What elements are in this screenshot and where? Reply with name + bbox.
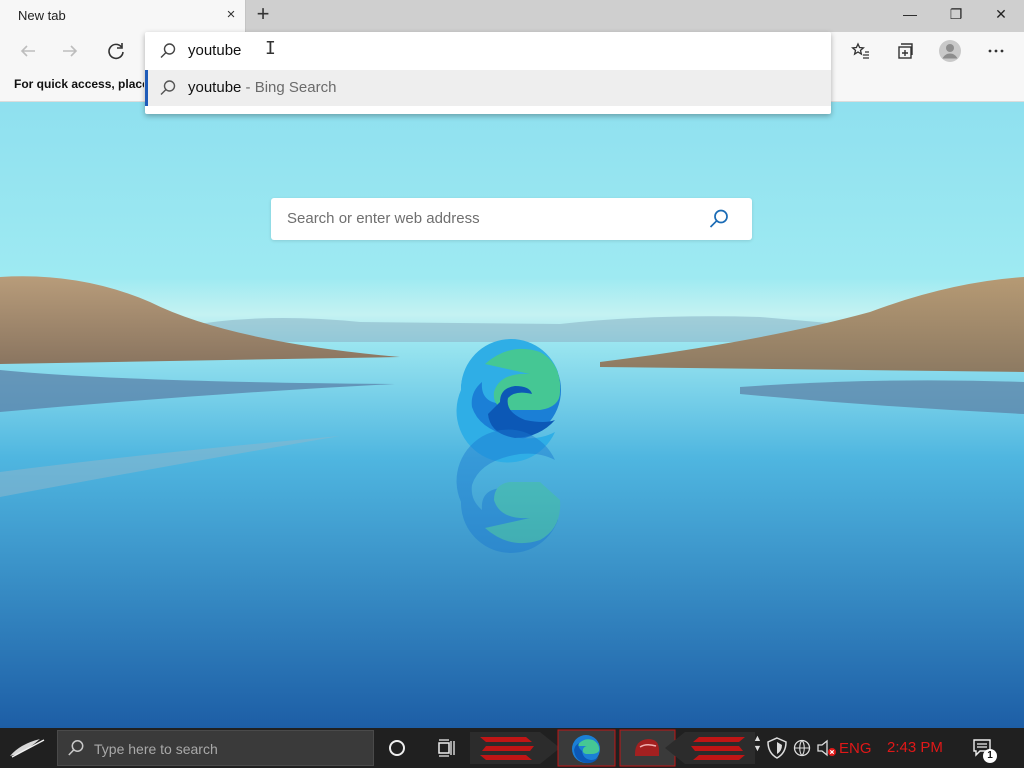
favorites-icon[interactable] <box>846 37 874 65</box>
suggestion-text: youtube - Bing Search <box>188 79 336 96</box>
new-tab-page: Search or enter web address <box>0 102 1024 728</box>
language-indicator[interactable]: ENG <box>839 740 872 757</box>
edge-taskbar-icon[interactable] <box>569 732 603 766</box>
network-globe-icon[interactable] <box>792 738 812 758</box>
minimize-button[interactable]: — <box>887 0 933 30</box>
landscape-background <box>0 276 1024 728</box>
text-cursor-icon: I <box>265 38 276 59</box>
refresh-icon[interactable] <box>102 37 130 65</box>
new-tab-button[interactable]: + <box>252 3 274 26</box>
collections-icon[interactable] <box>891 37 919 65</box>
taskbar: Type here to search ▲ ▼ ENG 2:43 PM 1 <box>0 728 1024 768</box>
search-icon[interactable] <box>708 208 730 230</box>
tab-strip: New tab × + — ❐ ✕ <box>0 0 1024 32</box>
taskbar-decoration <box>470 729 755 767</box>
tab-close-icon[interactable]: × <box>222 6 240 24</box>
security-shield-icon[interactable] <box>766 736 788 760</box>
tab-new-tab[interactable]: New tab × <box>0 0 246 32</box>
search-icon <box>160 80 176 95</box>
address-bar-text[interactable]: youtube <box>188 42 241 59</box>
app-taskbar-icon[interactable] <box>632 734 662 762</box>
suggestion-query: youtube <box>188 79 242 96</box>
taskbar-search-placeholder: Type here to search <box>94 741 218 757</box>
start-button[interactable] <box>0 728 56 768</box>
cortana-icon[interactable] <box>386 737 408 759</box>
ntp-search-placeholder: Search or enter web address <box>287 210 480 227</box>
task-view-icon[interactable] <box>436 737 458 759</box>
suggestion-source: - Bing Search <box>241 79 337 96</box>
ntp-search-box[interactable]: Search or enter web address <box>271 198 752 240</box>
start-logo-icon <box>10 739 45 758</box>
clock-time[interactable]: 2:43 PM <box>887 739 943 756</box>
profile-avatar-icon[interactable] <box>936 37 964 65</box>
close-window-button[interactable]: ✕ <box>978 0 1024 30</box>
address-bar[interactable]: youtube I <box>145 32 831 70</box>
taskbar-search-box[interactable]: Type here to search <box>57 730 374 766</box>
restore-button[interactable]: ❐ <box>933 0 979 30</box>
notification-count-badge: 1 <box>983 749 997 763</box>
tab-title: New tab <box>18 8 66 23</box>
suggestion-item[interactable]: youtube - Bing Search <box>145 70 831 106</box>
volume-muted-icon[interactable] <box>816 738 838 758</box>
forward-arrow-icon[interactable] <box>56 37 84 65</box>
back-arrow-icon[interactable] <box>14 37 42 65</box>
more-menu-icon[interactable] <box>982 37 1010 65</box>
show-hidden-icons-icon[interactable]: ▲ ▼ <box>753 733 762 753</box>
search-icon <box>160 43 176 58</box>
search-icon <box>68 740 84 756</box>
address-bar-dropdown: youtube I youtube - Bing Search <box>145 32 831 114</box>
favorites-bar-hint: For quick access, place y <box>14 77 144 91</box>
